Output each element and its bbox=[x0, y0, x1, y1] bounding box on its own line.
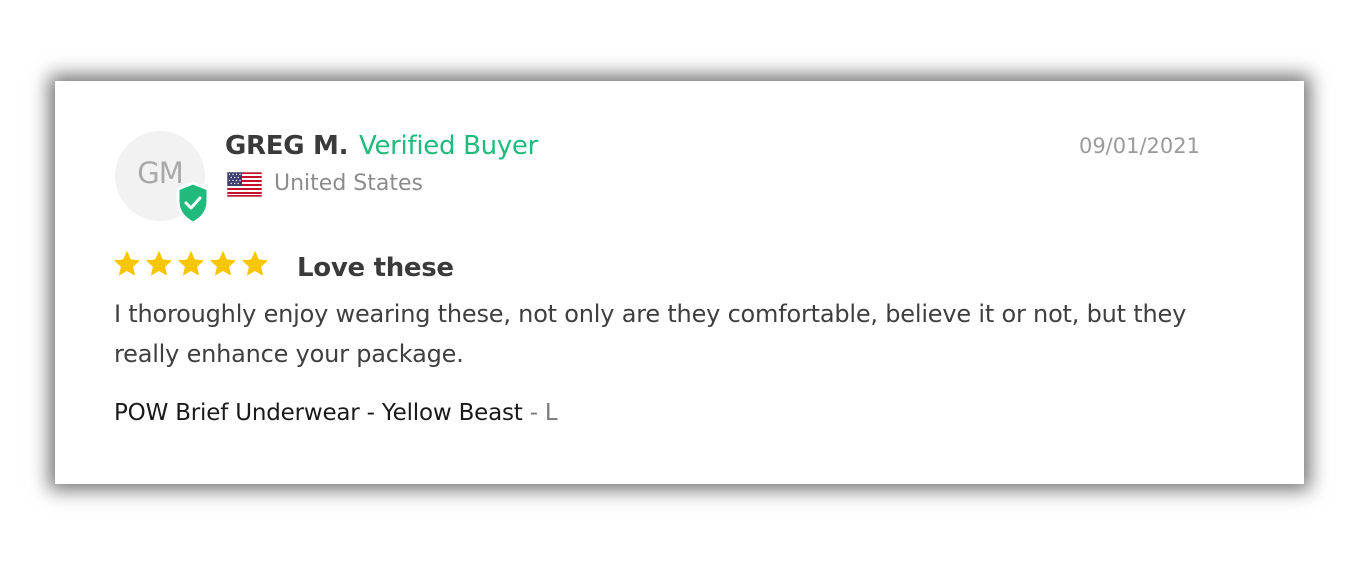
review-date: 09/01/2021 bbox=[1078, 134, 1200, 158]
star-icon bbox=[145, 250, 173, 276]
product-line: POW Brief Underwear - Yellow Beast - L bbox=[114, 400, 558, 426]
star-icon bbox=[241, 250, 269, 276]
star-rating bbox=[112, 249, 270, 279]
verified-buyer-label: Verified Buyer bbox=[359, 131, 539, 161]
us-flag-icon bbox=[227, 172, 262, 197]
star-icon bbox=[177, 250, 205, 276]
product-variant: - L bbox=[522, 400, 558, 426]
shield-check-icon bbox=[176, 181, 210, 225]
review-body: I thoroughly enjoy wearing these, not on… bbox=[114, 300, 1187, 368]
review-card: GM GREG M. Verified Buyer United States … bbox=[55, 81, 1304, 484]
product-link[interactable]: POW Brief Underwear - Yellow Beast bbox=[114, 400, 523, 426]
star-icon bbox=[113, 250, 141, 276]
reviewer-name: GREG M. bbox=[225, 131, 349, 161]
star-icon bbox=[209, 250, 237, 276]
review-title: Love these bbox=[297, 253, 454, 283]
reviewer-country: United States bbox=[274, 171, 423, 196]
